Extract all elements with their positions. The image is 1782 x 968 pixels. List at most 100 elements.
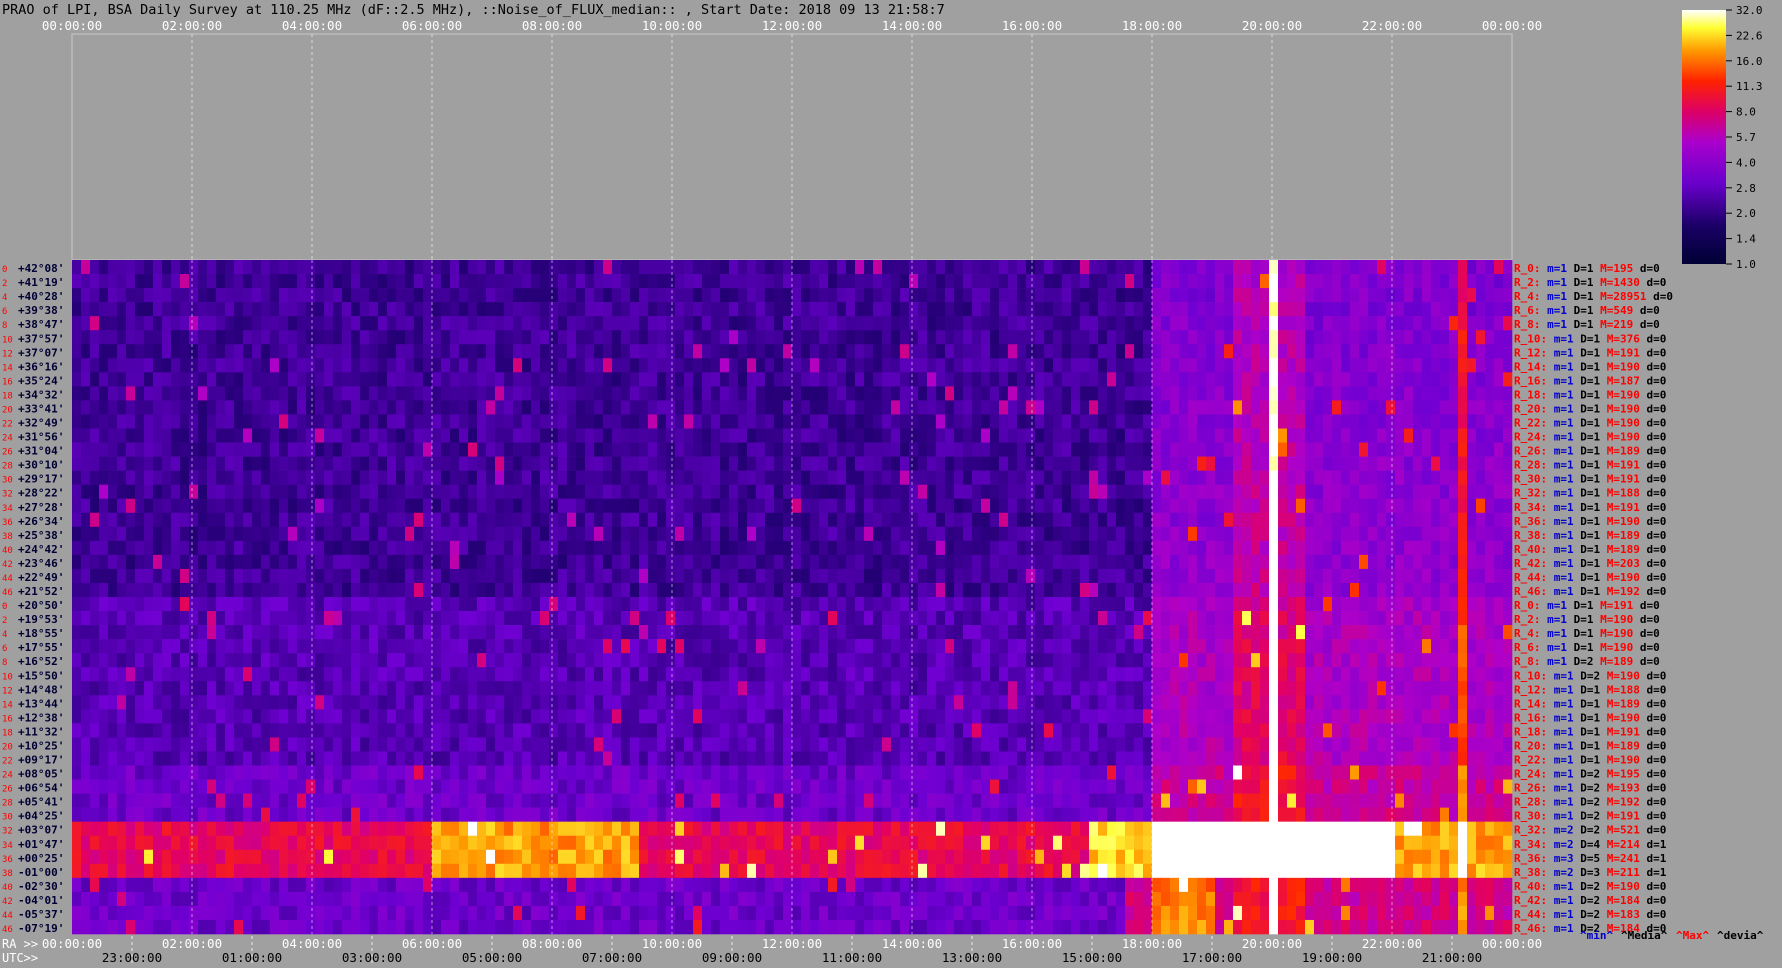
heatmap-cell (999, 456, 1009, 471)
heatmap-cell (1224, 554, 1234, 570)
heatmap-cell (243, 302, 253, 317)
heatmap-cell (765, 667, 775, 682)
heatmap-cell (261, 330, 271, 345)
heatmap-cell (999, 470, 1009, 485)
heatmap-cell (225, 470, 235, 485)
heatmap-cell (1071, 568, 1081, 584)
heatmap-cell (1062, 484, 1072, 500)
heatmap-cell (1278, 470, 1288, 485)
heatmap-cell (711, 260, 721, 275)
heatmap-cell (549, 568, 559, 584)
heatmap-cell (396, 400, 406, 415)
heatmap-cell (423, 597, 433, 612)
heatmap-cell (1296, 274, 1306, 289)
heatmap-cell (1053, 597, 1063, 612)
heatmap-cell (387, 611, 397, 626)
heatmap-cell (1143, 274, 1153, 289)
heatmap-cell (1224, 597, 1234, 612)
heatmap-cell (513, 512, 523, 528)
heatmap-cell (1044, 484, 1054, 500)
heatmap-cell (828, 428, 838, 443)
heatmap-cell (747, 302, 757, 317)
heatmap-cell (1233, 372, 1243, 387)
heatmap-cell (531, 681, 541, 696)
heatmap-cell (1467, 667, 1477, 682)
heatmap-cell (1143, 358, 1153, 373)
heatmap-cell (495, 526, 505, 542)
heatmap-cell (495, 302, 505, 317)
heatmap-cell (639, 526, 649, 542)
heatmap-cell (1179, 316, 1189, 331)
heatmap-cell (1449, 316, 1459, 331)
heatmap-cell (396, 554, 406, 570)
heatmap-cell (387, 681, 397, 696)
heatmap-cell (1242, 611, 1252, 626)
heatmap-cell (819, 456, 829, 471)
heatmap-cell (945, 625, 955, 640)
heatmap-cell (1341, 498, 1351, 514)
heatmap-cell (1233, 568, 1243, 584)
heatmap-cell (810, 611, 820, 626)
heatmap-cell (261, 512, 271, 528)
heatmap-cell (1242, 260, 1252, 275)
heatmap-cell (945, 358, 955, 373)
heatmap-cell (1179, 358, 1189, 373)
heatmap-cell (1026, 274, 1036, 289)
heatmap-cell (252, 344, 262, 359)
heatmap-cell (711, 316, 721, 331)
heatmap-cell (216, 386, 226, 401)
heatmap-cell (1449, 414, 1459, 429)
heatmap-cell (603, 653, 613, 668)
heatmap-cell (495, 568, 505, 584)
heatmap-cell (513, 344, 523, 359)
heatmap-cell (1098, 625, 1108, 640)
heatmap-cell (1098, 470, 1108, 485)
heatmap-cell (747, 330, 757, 345)
heatmap-cell (1359, 498, 1369, 514)
heatmap-cell (1116, 681, 1126, 696)
heatmap-cell (1440, 414, 1450, 429)
heatmap-cell (621, 288, 631, 303)
heatmap-cell (1314, 568, 1324, 584)
heatmap-cell (288, 372, 298, 387)
heatmap-cell (378, 470, 388, 485)
heatmap-cell (630, 639, 640, 654)
heatmap-cell (234, 316, 244, 331)
heatmap-cell (828, 512, 838, 528)
heatmap-cell (180, 667, 190, 682)
heatmap-cell (1251, 372, 1261, 387)
heatmap-cell (1476, 442, 1486, 457)
heatmap-cell (846, 316, 856, 331)
heatmap-cell (1314, 611, 1324, 626)
heatmap-cell (1026, 400, 1036, 415)
heatmap-cell (819, 568, 829, 584)
heatmap-cell (486, 639, 496, 654)
heatmap-cell (225, 526, 235, 542)
heatmap-cell (612, 470, 622, 485)
heatmap-cell (684, 498, 694, 514)
heatmap-cell (1359, 597, 1369, 612)
heatmap-cell (360, 667, 370, 682)
heatmap-cell (981, 274, 991, 289)
heatmap-cell (1197, 372, 1207, 387)
heatmap-cell (477, 512, 487, 528)
heatmap-cell (639, 358, 649, 373)
heatmap-cell (594, 484, 604, 500)
heatmap-cell (702, 611, 712, 626)
heatmap-cell (315, 428, 325, 443)
heatmap-cell (1008, 456, 1018, 471)
heatmap-cell (990, 470, 1000, 485)
heatmap-cell (1125, 358, 1135, 373)
heatmap-cell (765, 442, 775, 457)
heatmap-cell (1251, 512, 1261, 528)
heatmap-cell (1152, 639, 1162, 654)
heatmap-cell (342, 344, 352, 359)
heatmap-cell (675, 428, 685, 443)
heatmap-cell (324, 667, 334, 682)
heatmap-cell (918, 344, 928, 359)
heatmap-cell (1440, 681, 1450, 696)
heatmap-cell (792, 597, 802, 612)
heatmap-cell (1053, 400, 1063, 415)
heatmap-cell (567, 498, 577, 514)
heatmap-cell (1386, 274, 1396, 289)
